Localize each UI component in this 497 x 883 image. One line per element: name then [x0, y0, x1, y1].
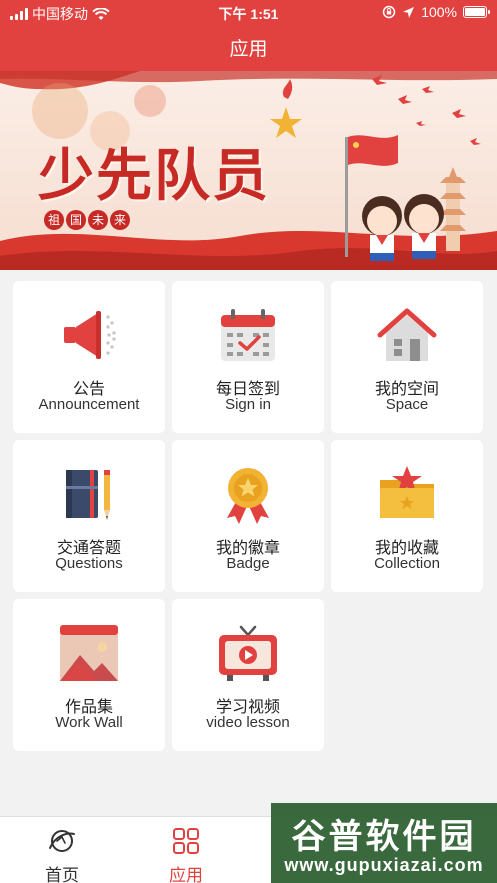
tab-home[interactable]: 首页	[0, 817, 124, 883]
notebook-pencil-icon	[66, 470, 110, 520]
megaphone-icon	[64, 311, 116, 359]
bird-icons	[372, 75, 481, 145]
app-card-space[interactable]: 我的空间 Space	[331, 281, 483, 433]
calendar-check-icon	[221, 309, 275, 361]
watermark-url: www.gupuxiazai.com	[284, 855, 484, 875]
medal-icon	[227, 468, 269, 524]
banner[interactable]: 少先队员 祖 国 未 来	[0, 71, 497, 270]
app-card-announcement[interactable]: 公告 Announcement	[13, 281, 165, 433]
app-card-work-wall[interactable]: 作品集 Work Wall	[13, 599, 165, 751]
app-card-sign-in[interactable]: 每日签到 Sign in	[172, 281, 324, 433]
app-card-subtitle: video lesson	[206, 714, 290, 731]
app-card-collection[interactable]: 我的收藏 Collection	[331, 440, 483, 592]
app-card-subtitle: Announcement	[38, 396, 140, 413]
gallery-icon	[60, 625, 118, 681]
app-card-subtitle: Questions	[55, 555, 123, 572]
app-card-subtitle: Work Wall	[55, 714, 123, 731]
app-card-video-lesson[interactable]: 学习视频 video lesson	[172, 599, 324, 751]
children-illustration	[362, 194, 444, 261]
app-header: 中国移动 下午 1:51 100% 应用	[0, 0, 497, 71]
app-card-subtitle: Sign in	[225, 396, 271, 413]
app-card-subtitle: Badge	[226, 555, 270, 572]
rotation-lock-icon	[382, 5, 396, 19]
tab-label: 应用	[169, 866, 203, 883]
folder-star-icon	[380, 466, 434, 518]
grid-icon	[173, 828, 199, 854]
watermark-brand: 谷普软件园	[291, 818, 477, 856]
app-card-badge[interactable]: 我的徽章 Badge	[172, 440, 324, 592]
house-icon	[377, 308, 437, 361]
tab-apps[interactable]: 应用	[124, 817, 248, 883]
app-card-subtitle: Space	[385, 396, 429, 413]
location-icon	[403, 6, 415, 18]
tab-label: 首页	[45, 866, 79, 883]
planet-icon	[49, 830, 75, 852]
status-bar: 中国移动 下午 1:51 100%	[0, 0, 497, 26]
app-card-questions[interactable]: 交通答题 Questions	[13, 440, 165, 592]
battery-percent: 100%	[421, 4, 457, 20]
banner-decor	[270, 75, 481, 261]
pagoda-icon	[440, 167, 466, 251]
torch-icon	[270, 79, 302, 138]
page-title: 应用	[229, 39, 268, 60]
status-right: 100%	[382, 4, 490, 20]
app-card-subtitle: Collection	[374, 555, 440, 572]
battery-icon	[463, 6, 490, 18]
watermark: 谷普软件园 www.gupuxiazai.com	[271, 803, 497, 883]
tv-play-icon	[219, 625, 277, 681]
